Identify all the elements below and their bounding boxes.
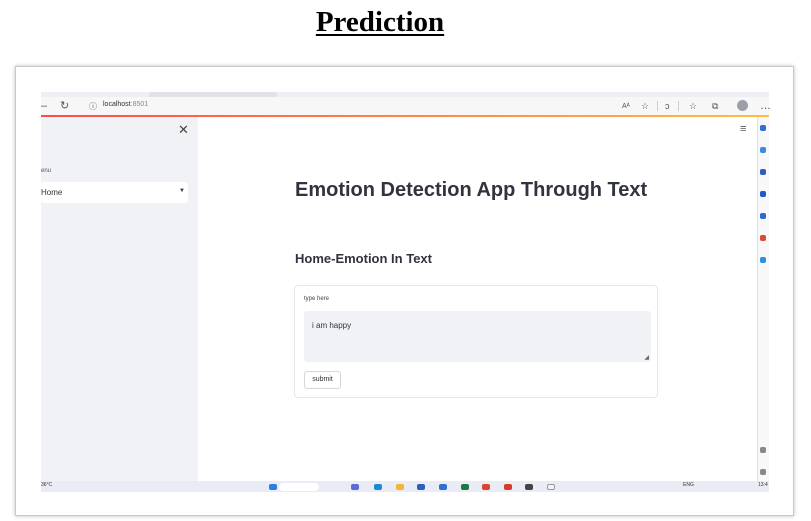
text-input-value: i am happy: [312, 321, 352, 330]
text-form: type here i am happy ◢ submit: [294, 285, 658, 398]
sidebar-settings-icon[interactable]: [760, 447, 766, 453]
chrome-icon[interactable]: [504, 484, 512, 490]
collections-icon[interactable]: ⧉: [712, 99, 718, 113]
screenshot-frame: – ↻ ⓘ localhost:8501 Aᴬ ☆ ↄ ☆ ⧉ … ✕ enu …: [15, 66, 794, 516]
weather-widget[interactable]: 36°C: [41, 482, 52, 488]
sidebar-menu-label: enu: [41, 168, 52, 174]
start-icon[interactable]: [269, 484, 277, 490]
clock[interactable]: 13:4: [758, 482, 768, 488]
edge-icon[interactable]: [374, 484, 382, 490]
refresh-icon[interactable]: ↻: [60, 99, 69, 113]
extensions-icon[interactable]: ↄ: [665, 99, 670, 113]
profile-avatar[interactable]: [737, 100, 748, 111]
address-bar[interactable]: [84, 98, 620, 114]
drop-icon[interactable]: [760, 257, 766, 263]
close-icon[interactable]: ✕: [178, 122, 189, 138]
read-aloud-icon[interactable]: Aᴬ: [622, 100, 630, 114]
url-text: localhost:8501: [103, 101, 148, 108]
games-icon[interactable]: [760, 191, 766, 197]
hamburger-menu-icon[interactable]: ≡: [740, 123, 746, 135]
chevron-down-icon: ▼: [179, 188, 185, 194]
notepad-icon[interactable]: [547, 484, 555, 490]
url-host: localhost: [103, 101, 131, 108]
page-subtitle: Home-Emotion In Text: [295, 251, 432, 266]
taskbar-app-icon[interactable]: [351, 484, 359, 490]
gear-icon[interactable]: [760, 469, 766, 475]
info-icon[interactable]: ⓘ: [89, 100, 97, 114]
mail-icon[interactable]: [439, 484, 447, 490]
language-indicator[interactable]: ENG: [683, 482, 694, 488]
outlook-icon[interactable]: [760, 235, 766, 241]
textarea-label: type here: [304, 296, 330, 302]
tools-icon[interactable]: [760, 169, 766, 175]
shopping-icon[interactable]: [760, 147, 766, 153]
resize-handle-icon[interactable]: ◢: [644, 354, 649, 361]
document-title: Prediction: [315, 6, 445, 38]
powerpoint-icon[interactable]: [482, 484, 490, 490]
edge-side-panel: [757, 117, 769, 481]
browser-toolbar: – ↻ ⓘ localhost:8501 Aᴬ ☆ ↄ ☆ ⧉ …: [41, 97, 771, 117]
terminal-icon[interactable]: [525, 484, 533, 490]
menu-select[interactable]: Home ▼: [41, 182, 188, 203]
text-input-area[interactable]: i am happy ◢: [304, 311, 651, 362]
search-sidebar-icon[interactable]: [760, 125, 766, 131]
excel-icon[interactable]: [461, 484, 469, 490]
favorites-add-icon[interactable]: ☆: [641, 99, 649, 113]
more-icon[interactable]: …: [760, 99, 771, 113]
store-icon[interactable]: [417, 484, 425, 490]
page-title: Emotion Detection App Through Text: [295, 179, 648, 201]
taskbar-search[interactable]: [279, 483, 319, 491]
menu-select-value: Home: [41, 188, 63, 197]
submit-button[interactable]: submit: [304, 371, 341, 389]
url-port: :8501: [130, 101, 149, 108]
sidebar: ✕ enu Home ▼: [41, 117, 198, 481]
windows-taskbar: 36°C ENG 13:4: [41, 481, 769, 492]
app-page: ✕ enu Home ▼ ≡ Emotion Detection App Thr…: [41, 117, 757, 481]
toolbar-divider: [657, 101, 658, 111]
folder-icon[interactable]: [396, 484, 404, 490]
back-arrow-icon[interactable]: –: [41, 99, 47, 113]
toolbar-divider: [678, 101, 679, 111]
favorites-icon[interactable]: ☆: [689, 99, 697, 113]
office-icon[interactable]: [760, 213, 766, 219]
